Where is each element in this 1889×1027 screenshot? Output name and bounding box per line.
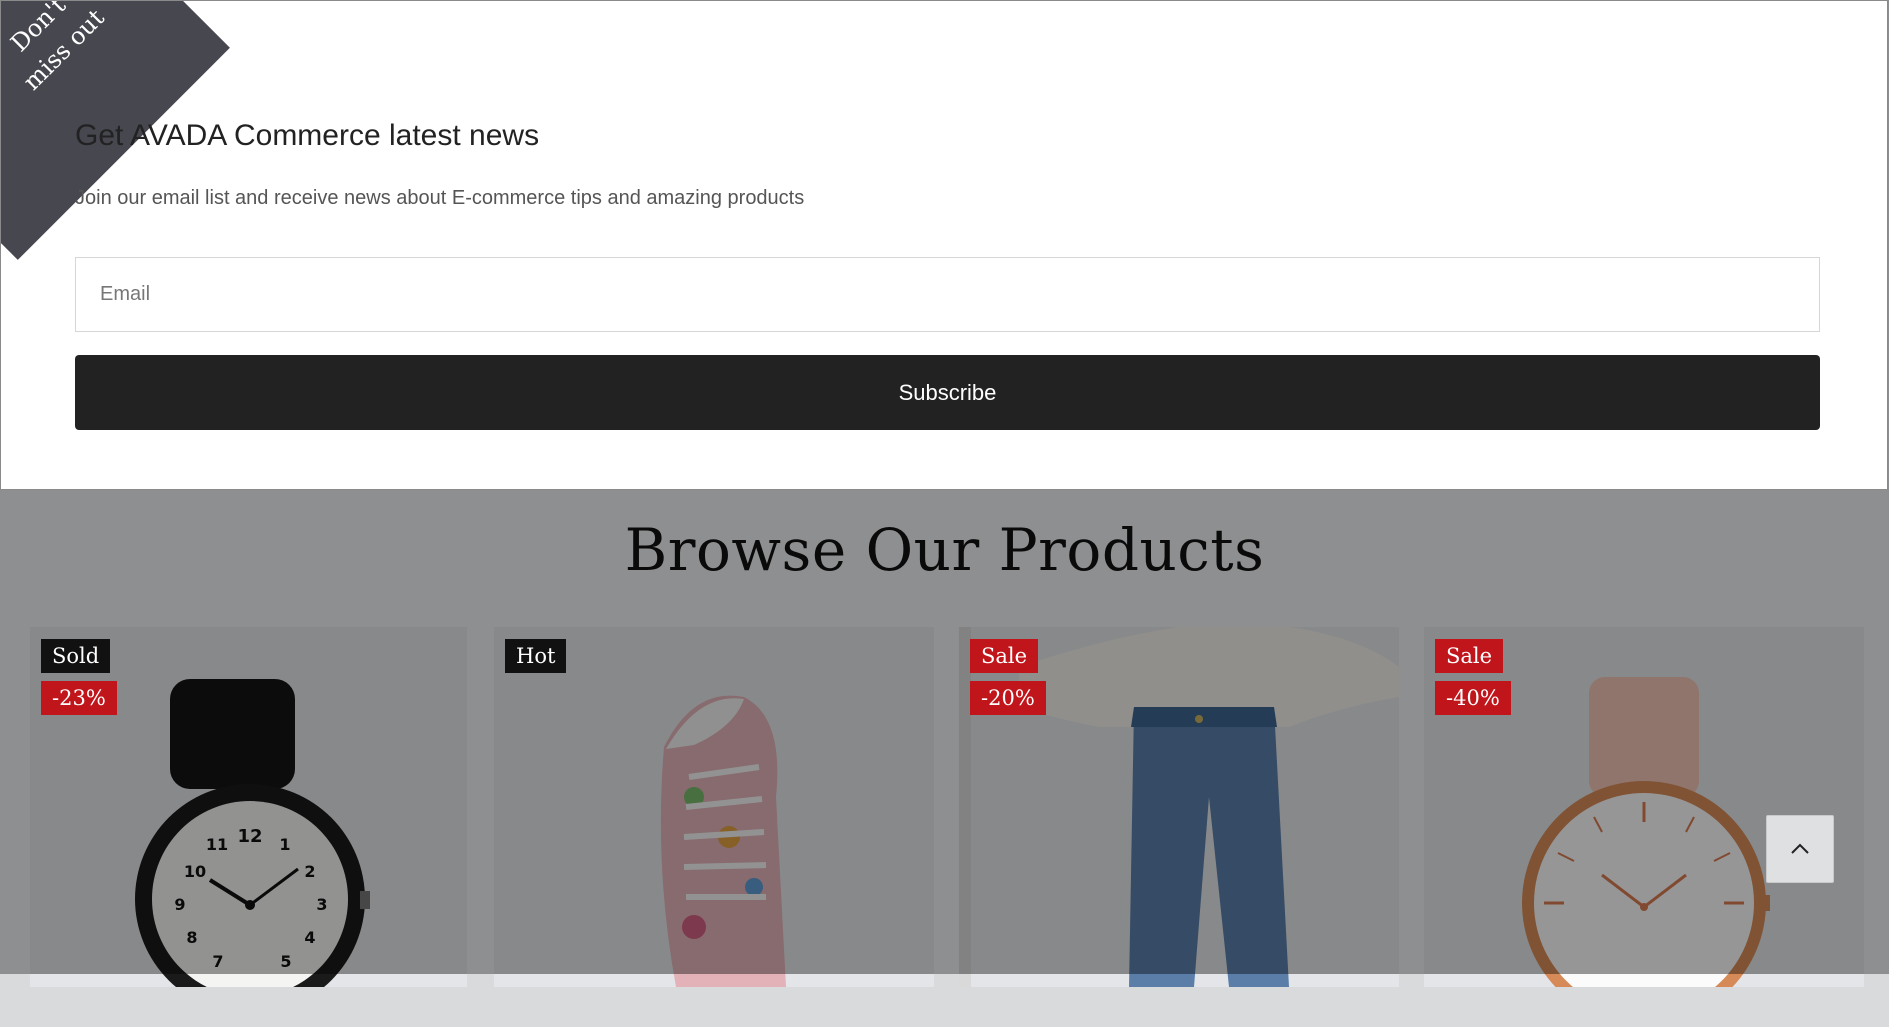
badge-sold: Sold [41, 639, 111, 673]
badge-discount: -23% [41, 681, 117, 715]
newsletter-popup: Don't miss out Get AVADA Commerce latest… [0, 0, 1888, 490]
subscribe-button[interactable]: Subscribe [75, 355, 1820, 430]
badge-group: Hot [505, 639, 567, 673]
badge-sale: Sale [1435, 639, 1504, 673]
badge-hot: Hot [505, 639, 567, 673]
badge-discount: -40% [1435, 681, 1511, 715]
badge-group: Sold -23% [41, 639, 117, 715]
back-to-top-button[interactable] [1766, 815, 1834, 883]
badge-group: Sale -40% [1435, 639, 1511, 715]
badge-group: Sale -20% [970, 639, 1046, 715]
email-field[interactable] [75, 257, 1820, 332]
chevron-up-icon [1791, 843, 1809, 854]
badge-discount: -20% [970, 681, 1046, 715]
popup-title: Get AVADA Commerce latest news [75, 119, 540, 152]
badge-sale: Sale [970, 639, 1039, 673]
popup-subtitle: Join our email list and receive news abo… [75, 187, 805, 209]
